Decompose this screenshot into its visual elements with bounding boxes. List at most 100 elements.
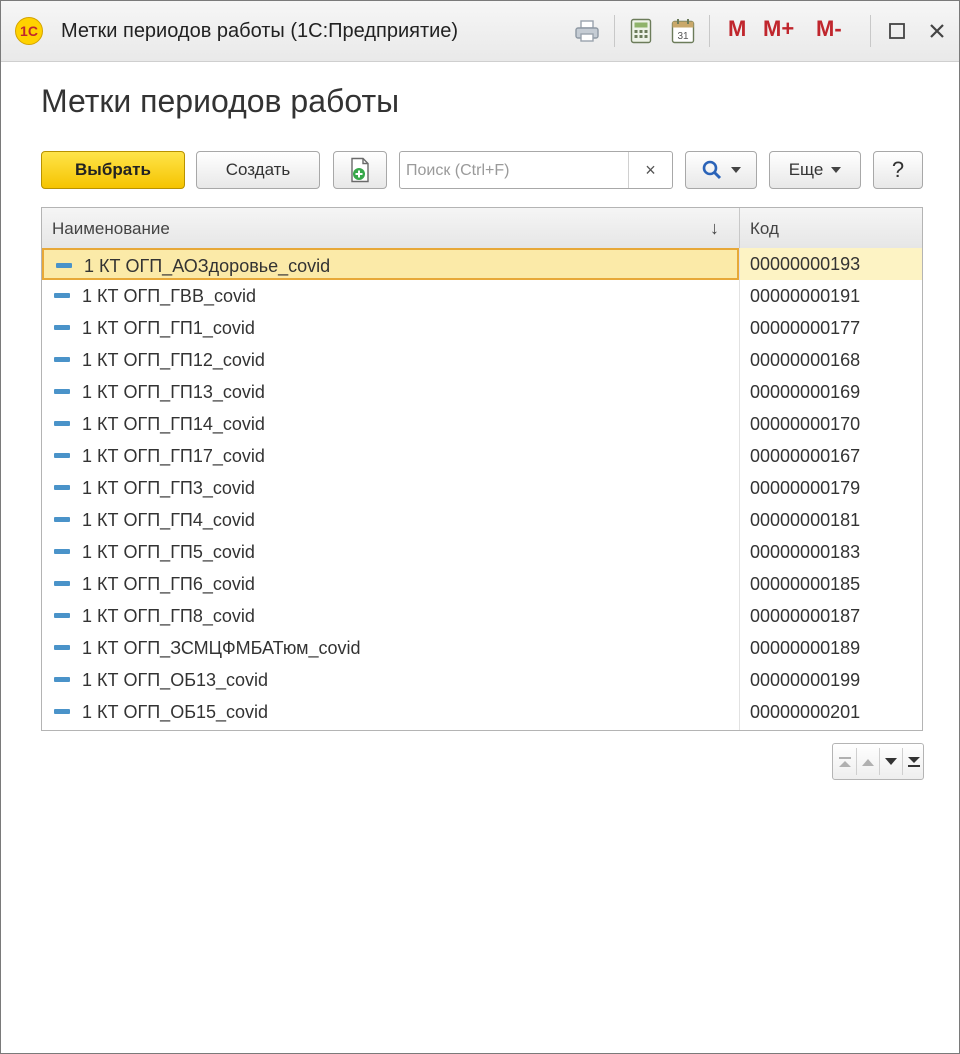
table-row[interactable]: 1 КТ ОГП_ГП3_covid 00000000179 — [42, 472, 922, 504]
cell-name[interactable]: 1 КТ ОГП_ГП4_covid — [42, 504, 739, 536]
cell-name[interactable]: 1 КТ ОГП_ГП17_covid — [42, 440, 739, 472]
cell-name[interactable]: 1 КТ ОГП_ГП6_covid — [42, 568, 739, 600]
row-name: 1 КТ ОГП_ОБ15_covid — [82, 702, 269, 722]
cell-code[interactable]: 00000000168 — [740, 344, 922, 376]
app-window: 1С Метки периодов работы (1С:Предприятие… — [0, 0, 960, 1054]
close-icon[interactable] — [921, 15, 953, 47]
cell-code[interactable]: 00000000169 — [740, 376, 922, 408]
printer-icon[interactable] — [571, 15, 603, 47]
item-mark-icon — [54, 517, 70, 522]
cell-name[interactable]: 1 КТ ОГП_ЗСМЦФМБАТюм_covid — [42, 632, 739, 664]
cell-code[interactable]: 00000000201 — [740, 696, 922, 728]
cell-code[interactable]: 00000000183 — [740, 536, 922, 568]
item-mark-icon — [54, 645, 70, 650]
maximize-icon[interactable] — [881, 15, 913, 47]
go-first-icon[interactable] — [833, 744, 856, 779]
cell-name[interactable]: 1 КТ ОГП_ГП12_covid — [42, 344, 739, 376]
column-header-name[interactable]: Наименование — [52, 219, 170, 239]
cell-code[interactable]: 00000000177 — [740, 312, 922, 344]
svg-text:31: 31 — [677, 31, 689, 42]
chevron-down-icon — [731, 167, 741, 173]
cell-name[interactable]: 1 КТ ОГП_АОЗдоровье_covid — [42, 248, 739, 280]
cell-name[interactable]: 1 КТ ОГП_ГП13_covid — [42, 376, 739, 408]
cell-code[interactable]: 00000000185 — [740, 568, 922, 600]
table-row[interactable]: 1 КТ ОГП_ГП12_covid 00000000168 — [42, 344, 922, 376]
memory-plus-button[interactable]: M+ — [763, 16, 794, 42]
cell-code[interactable]: 00000000199 — [740, 664, 922, 696]
create-button[interactable]: Создать — [196, 151, 320, 189]
search-input[interactable] — [404, 156, 626, 186]
item-mark-icon — [54, 293, 70, 298]
cell-code[interactable]: 00000000167 — [740, 440, 922, 472]
item-mark-icon — [54, 485, 70, 490]
title-separator — [870, 15, 871, 47]
cell-code[interactable]: 00000000187 — [740, 600, 922, 632]
cell-name[interactable]: 1 КТ ОГП_ГП8_covid — [42, 600, 739, 632]
cell-code[interactable]: 00000000170 — [740, 408, 922, 440]
cell-name[interactable]: 1 КТ ОГП_ГП1_covid — [42, 312, 739, 344]
table-row[interactable]: 1 КТ ОГП_ГВВ_covid 00000000191 — [42, 280, 922, 312]
item-mark-icon — [54, 581, 70, 586]
go-last-icon[interactable] — [902, 744, 925, 779]
cell-code[interactable]: 00000000171 — [740, 728, 922, 730]
go-up-icon[interactable] — [856, 744, 879, 779]
search-field[interactable]: × — [399, 151, 673, 189]
item-mark-icon — [54, 421, 70, 426]
clear-search-button[interactable]: × — [629, 152, 672, 188]
add-copy-button[interactable] — [333, 151, 387, 189]
table-row[interactable]: 1 КТ ОГП_ЗСМЦФМБАТюм_covid 00000000189 — [42, 632, 922, 664]
cell-code[interactable]: 00000000179 — [740, 472, 922, 504]
cell-name[interactable]: 1 КТ ОГП_ОБ13_covid — [42, 664, 739, 696]
table-row[interactable]: 1 КТ ОГП_ГП6_covid 00000000185 — [42, 568, 922, 600]
cell-name[interactable]: 1 КТ ОГП_ГВВ_covid — [42, 280, 739, 312]
cell-name[interactable]: 1 КТ ОГП_ОБ19_covid — [42, 728, 739, 730]
table-row[interactable]: 1 КТ ОГП_ОБ13_covid 00000000199 — [42, 664, 922, 696]
table-row[interactable]: 1 КТ ОГП_ГП1_covid 00000000177 — [42, 312, 922, 344]
row-code: 00000000181 — [750, 510, 861, 530]
cell-name[interactable]: 1 КТ ОГП_ГП3_covid — [42, 472, 739, 504]
table-row[interactable]: 1 КТ ОГП_ГП17_covid 00000000167 — [42, 440, 922, 472]
column-header-code[interactable]: Код — [750, 219, 779, 239]
cell-name[interactable]: 1 КТ ОГП_ОБ15_covid — [42, 696, 739, 728]
row-name: 1 КТ ОГП_ГП12_covid — [82, 350, 265, 370]
magnifier-icon — [701, 159, 723, 181]
memory-minus-button[interactable]: M- — [816, 16, 842, 42]
cell-code[interactable]: 00000000181 — [740, 504, 922, 536]
title-separator — [614, 15, 615, 47]
row-name: 1 КТ ОГП_ГП3_covid — [82, 478, 255, 498]
table-row[interactable]: 1 КТ ОГП_ГП13_covid 00000000169 — [42, 376, 922, 408]
item-mark-icon — [54, 709, 70, 714]
cell-code[interactable]: 00000000189 — [740, 632, 922, 664]
table-row[interactable]: 1 КТ ОГП_ОБ15_covid 00000000201 — [42, 696, 922, 728]
column-divider[interactable] — [739, 208, 740, 248]
item-mark-icon — [54, 325, 70, 330]
data-table: Наименование ↓ Код 1 КТ ОГП_АОЗдоровье_c… — [41, 207, 923, 731]
calendar-icon[interactable]: 31 — [667, 15, 699, 47]
cell-code[interactable]: 00000000191 — [740, 280, 922, 312]
table-row[interactable]: 1 КТ ОГП_ГП5_covid 00000000183 — [42, 536, 922, 568]
row-code: 00000000168 — [750, 350, 861, 370]
row-code: 00000000191 — [750, 286, 861, 306]
window-title: Метки периодов работы (1С:Предприятие) — [61, 20, 459, 42]
table-row[interactable]: 1 КТ ОГП_ГП14_covid 00000000170 — [42, 408, 922, 440]
cell-code[interactable]: 00000000193 — [740, 248, 922, 280]
more-button[interactable]: Еще — [769, 151, 861, 189]
row-name: 1 КТ ОГП_ГП13_covid — [82, 382, 265, 402]
table-row[interactable]: 1 КТ ОГП_АОЗдоровье_covid 00000000193 — [42, 248, 922, 280]
help-button[interactable]: ? — [873, 151, 923, 189]
row-name: 1 КТ ОГП_ЗСМЦФМБАТюм_covid — [82, 638, 361, 658]
item-mark-icon — [54, 549, 70, 554]
memory-m-button[interactable]: M — [728, 16, 746, 42]
go-down-icon[interactable] — [879, 744, 902, 779]
row-name: 1 КТ ОГП_АОЗдоровье_covid — [84, 256, 331, 276]
cell-name[interactable]: 1 КТ ОГП_ГП14_covid — [42, 408, 739, 440]
table-row[interactable]: 1 КТ ОГП_ОБ19_covid00000000171 — [42, 728, 922, 730]
title-separator — [709, 15, 710, 47]
row-code: 00000000167 — [750, 446, 861, 466]
table-row[interactable]: 1 КТ ОГП_ГП8_covid 00000000187 — [42, 600, 922, 632]
calculator-icon[interactable] — [625, 15, 657, 47]
table-row[interactable]: 1 КТ ОГП_ГП4_covid 00000000181 — [42, 504, 922, 536]
choose-button[interactable]: Выбрать — [41, 151, 185, 189]
cell-name[interactable]: 1 КТ ОГП_ГП5_covid — [42, 536, 739, 568]
search-options-button[interactable] — [685, 151, 757, 189]
